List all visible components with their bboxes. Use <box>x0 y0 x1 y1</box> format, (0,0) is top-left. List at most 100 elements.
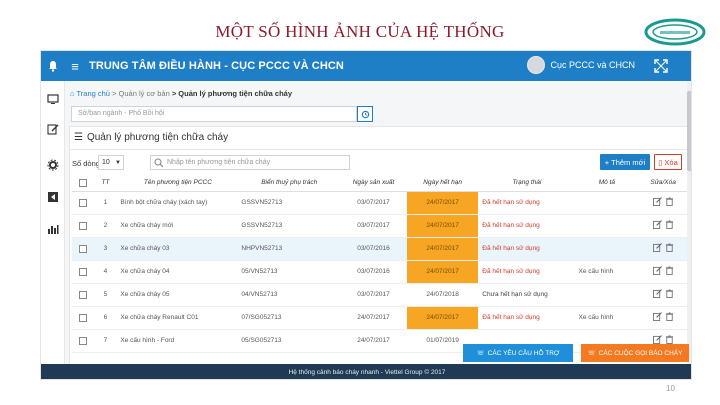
fire-alarm-calls-button[interactable]: ☏ CÁC CUỘC GỌI BÁO CHÁY <box>581 344 689 362</box>
cell-desc <box>575 191 639 215</box>
row-checkbox[interactable] <box>72 214 94 238</box>
cell-name: Xe chữa cháy 04 <box>117 260 239 284</box>
delete-row-icon[interactable] <box>665 197 674 206</box>
hamburger-menu-icon[interactable]: ≡ <box>65 51 85 81</box>
cell-name: Xe chữa cháy 03 <box>117 237 239 261</box>
delete-row-icon[interactable] <box>665 312 674 321</box>
edit-icon[interactable] <box>47 123 59 135</box>
page-number: 10 <box>666 384 675 393</box>
cell-actions <box>638 260 688 284</box>
row-checkbox[interactable] <box>72 306 94 330</box>
user-menu[interactable]: Cục PCCC và CHCN <box>527 56 635 74</box>
bell-icon[interactable] <box>41 51 65 81</box>
delete-row-icon[interactable] <box>665 266 674 275</box>
table-row[interactable]: 3 Xe chữa cháy 03 NHPVN52713 03/07/2016 24/0… <box>72 237 688 261</box>
edit-row-icon[interactable] <box>652 335 662 344</box>
cell-tt: 6 <box>93 306 118 330</box>
home-icon[interactable]: ⌂ <box>70 89 75 98</box>
support-requests-button[interactable]: ☏ CÁC YÊU CẦU HỖ TRỢ <box>463 344 573 362</box>
vehicle-panel: ☰ Quản lý phương tiện chữa cháy Số dòng … <box>69 126 690 379</box>
cell-desc <box>575 237 639 261</box>
cell-exp: 24/07/2017 <box>406 260 479 284</box>
panel-title: ☰ Quản lý phương tiện chữa cháy <box>74 132 228 143</box>
share-icon[interactable] <box>47 191 59 203</box>
edit-row-icon[interactable] <box>652 289 662 298</box>
breadcrumb-mid[interactable]: > Quản lý cơ bản <box>112 89 170 98</box>
delete-row-icon[interactable] <box>665 243 674 252</box>
app-footer: Hệ thống cảnh báo cháy nhanh - Viettel G… <box>41 364 691 379</box>
table-row[interactable]: 2 Xe chữa cháy mới GSSVN52713 03/07/2017 24/… <box>72 214 688 238</box>
table-row[interactable]: 6 Xe chữa cháy Renault C01 07/SG052713 24/0… <box>72 306 688 330</box>
cell-actions <box>638 283 688 307</box>
cell-exp: 24/07/2017 <box>406 214 479 238</box>
support-requests-label: CÁC YÊU CẦU HỖ TRỢ <box>487 349 560 357</box>
header-tt[interactable]: TT <box>93 175 118 192</box>
app-screenshot: ≡ TRUNG TÂM ĐIỀU HÀNH - CỤC PCCC VÀ CHCN… <box>40 50 692 380</box>
table-row[interactable]: 4 Xe chữa cháy 04 05/VN52713 03/07/2016 24/0… <box>72 260 688 284</box>
cell-mfg: 03/07/2017 <box>339 283 407 307</box>
fullscreen-icon[interactable] <box>653 58 669 74</box>
vehicle-search-input[interactable]: Nhập tên phương tiện chữa cháy <box>150 155 350 170</box>
cell-status: Đã hết hạn sử dụng <box>478 260 576 284</box>
header-name[interactable]: Tên phương tiện PCCC <box>117 175 239 192</box>
delete-row-icon[interactable] <box>665 289 674 298</box>
delete-row-icon[interactable] <box>665 335 674 344</box>
row-checkbox[interactable] <box>72 237 94 261</box>
header-desc[interactable]: Mô tả <box>575 175 639 192</box>
cell-plate: 07/SG052713 <box>238 306 340 330</box>
breadcrumb-home[interactable]: Trang chủ <box>76 89 110 98</box>
phone-icon: ☏ <box>476 350 485 357</box>
vehicle-search-placeholder: Nhập tên phương tiện chữa cháy <box>167 159 271 166</box>
main-content: ⌂ Trang chủ > Quản lý cơ bản > Quản lý p… <box>65 81 691 379</box>
fire-alarm-calls-label: CÁC CUỘC GỌI BÁO CHÁY <box>598 349 683 357</box>
slide: MỘT SỐ HÌNH ẢNH CỦA HỆ THỐNG ≡ TRUNG TÂM… <box>0 0 720 405</box>
app-title: TRUNG TÂM ĐIỀU HÀNH - CỤC PCCC VÀ CHCN <box>89 60 344 72</box>
header-mfg[interactable]: Ngày sản xuất <box>339 175 407 192</box>
edit-row-icon[interactable] <box>652 266 662 275</box>
header-exp[interactable]: Ngày hết hạn <box>406 175 479 192</box>
cell-name: Xe chữa cháy mới <box>117 214 239 238</box>
cell-mfg: 24/07/2017 <box>339 306 407 330</box>
cell-status: Chưa hết hạn sử dụng <box>478 283 576 307</box>
delete-button[interactable]: ▯ Xóa <box>654 154 682 170</box>
user-name: Cục PCCC và CHCN <box>550 60 635 70</box>
unit-search-button[interactable] <box>357 106 373 122</box>
panel-title-text: Quản lý phương tiện chữa cháy <box>86 132 229 143</box>
edit-row-icon[interactable] <box>652 220 662 229</box>
bar-chart-icon[interactable] <box>47 223 59 235</box>
cell-status: Đã hết hạn sử dụng <box>478 237 576 261</box>
monitor-icon[interactable] <box>47 93 59 105</box>
select-all-checkbox[interactable] <box>72 175 94 192</box>
table-header-row: TT Tên phương tiện PCCC Biển thuỷ phụ tr… <box>72 175 688 192</box>
edit-row-icon[interactable] <box>652 197 662 206</box>
scrollbar[interactable] <box>687 81 691 364</box>
cell-tt: 7 <box>93 329 118 353</box>
edit-row-icon[interactable] <box>652 243 662 252</box>
gear-icon[interactable] <box>47 159 59 171</box>
table-row[interactable]: 1 Bình bột chữa cháy (xách tay) GSSVN52713… <box>72 191 688 215</box>
scrollbar-thumb[interactable] <box>687 91 691 171</box>
cell-tt: 5 <box>93 283 118 307</box>
delete-row-icon[interactable] <box>665 220 674 229</box>
edit-row-icon[interactable] <box>652 312 662 321</box>
cell-name: Xe chữa cháy Renault C01 <box>117 306 239 330</box>
cell-status: Đã hết hạn sử dụng <box>478 191 576 215</box>
cell-plate: NHPVN52713 <box>238 237 340 261</box>
row-checkbox[interactable] <box>72 283 94 307</box>
row-checkbox[interactable] <box>72 191 94 215</box>
add-button[interactable]: + Thêm mới <box>600 154 650 170</box>
row-checkbox[interactable] <box>72 260 94 284</box>
sidebar <box>41 81 65 379</box>
delete-label: Xóa <box>664 157 678 167</box>
header-plate[interactable]: Biển thuỷ phụ trách <box>238 175 340 192</box>
page-size-select[interactable]: 10 ▼ <box>98 155 124 170</box>
header-actions: Sửa/Xóa <box>638 175 688 192</box>
list-icon: ☰ <box>74 132 83 143</box>
cell-status: Đã hết hạn sử dụng <box>478 306 576 330</box>
unit-search-input[interactable]: Sở/ban ngành - Phố Bồi hội <box>71 106 357 122</box>
row-checkbox[interactable] <box>72 329 94 353</box>
header-status[interactable]: Trạng thái <box>478 175 576 192</box>
viettel-logo-icon <box>644 18 706 46</box>
cell-plate: 05/VN52713 <box>238 260 340 284</box>
table-row[interactable]: 5 Xe chữa cháy 05 04/VN52713 03/07/2017 24/0… <box>72 283 688 307</box>
